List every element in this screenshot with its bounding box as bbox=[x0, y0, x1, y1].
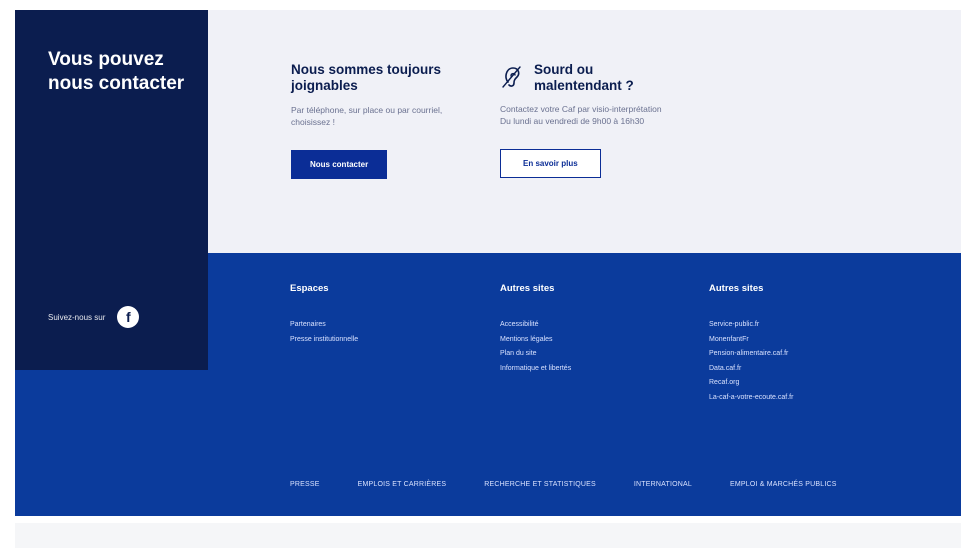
footer-link[interactable]: Pension-alimentaire.caf.fr bbox=[709, 347, 793, 362]
phone-contact-block: Nous sommes toujours joignables Par télé… bbox=[291, 62, 461, 179]
follow-label: Suivez-nous sur bbox=[48, 312, 106, 322]
footer-link[interactable]: Informatique et libertés bbox=[500, 362, 571, 377]
footer-column-heading: Autres sites bbox=[500, 283, 555, 294]
footer-link[interactable]: Presse institutionnelle bbox=[290, 333, 358, 348]
footer-column-heading: Espaces bbox=[290, 283, 329, 294]
footer-link[interactable]: Service-public.fr bbox=[709, 318, 793, 333]
phone-contact-text: Par téléphone, sur place ou par courriel… bbox=[291, 105, 443, 127]
footer-bottom-nav: PRESSE EMPLOIS ET CARRIÈRES RECHERCHE ET… bbox=[290, 481, 837, 488]
ear-icon bbox=[502, 66, 521, 88]
social-follow: Suivez-nous sur f bbox=[48, 306, 140, 328]
learn-more-button[interactable]: En savoir plus bbox=[500, 149, 601, 178]
footer-column-sites-2: Autres sites Service-public.fr Monenfant… bbox=[709, 283, 793, 406]
contact-left-panel: Vous pouvez nous contacter Suivez-nous s… bbox=[15, 10, 208, 370]
deaf-contact-header: Sourd ou malentendant ? bbox=[500, 62, 750, 94]
footer-column-espaces: Espaces Partenaires Presse institutionne… bbox=[290, 283, 358, 347]
contact-heading: Vous pouvez nous contacter bbox=[48, 49, 185, 94]
footer-link-list: Accessibilité Mentions légales Plan du s… bbox=[500, 318, 571, 376]
footer-column-sites-1: Autres sites Accessibilité Mentions léga… bbox=[500, 283, 571, 376]
footer-bottom-link-recherche[interactable]: RECHERCHE ET STATISTIQUES bbox=[484, 481, 596, 488]
footer-link[interactable]: Partenaires bbox=[290, 318, 358, 333]
deaf-contact-block: Sourd ou malentendant ? Contactez votre … bbox=[500, 62, 750, 178]
footer-link[interactable]: Accessibilité bbox=[500, 318, 571, 333]
footer-link-list: Service-public.fr MonenfantFr Pension-al… bbox=[709, 318, 793, 406]
footer-link[interactable]: MonenfantFr bbox=[709, 333, 793, 348]
footer-bottom-link-marches[interactable]: EMPLOI & MARCHÉS PUBLICS bbox=[730, 481, 837, 488]
footer-link[interactable]: Recaf.org bbox=[709, 376, 793, 391]
footer-link[interactable]: Data.caf.fr bbox=[709, 362, 793, 377]
deaf-text-line-2: Du lundi au vendredi de 9h00 à 16h30 bbox=[500, 116, 645, 126]
footer-link[interactable]: Mentions légales bbox=[500, 333, 571, 348]
footer-link[interactable]: La-caf-a-votre-ecoute.caf.fr bbox=[709, 391, 793, 406]
footer-link-list: Partenaires Presse institutionnelle bbox=[290, 318, 358, 347]
deaf-contact-text: Contactez votre Caf par visio-interpréta… bbox=[500, 103, 750, 127]
page-bottom-strip bbox=[15, 523, 961, 548]
deaf-text-line-1: Contactez votre Caf par visio-interpréta… bbox=[500, 104, 662, 114]
deaf-contact-title: Sourd ou malentendant ? bbox=[534, 62, 634, 93]
footer-bottom-link-presse[interactable]: PRESSE bbox=[290, 481, 320, 488]
contact-us-button[interactable]: Nous contacter bbox=[291, 150, 388, 179]
footer-column-heading: Autres sites bbox=[709, 283, 764, 294]
phone-contact-title: Nous sommes toujours joignables bbox=[291, 62, 442, 93]
contact-footer-page: Vous pouvez nous contacter Suivez-nous s… bbox=[0, 0, 961, 548]
facebook-icon[interactable]: f bbox=[117, 306, 140, 328]
footer-bottom-link-emplois[interactable]: EMPLOIS ET CARRIÈRES bbox=[358, 481, 447, 488]
footer-link[interactable]: Plan du site bbox=[500, 347, 571, 362]
footer-bottom-link-international[interactable]: INTERNATIONAL bbox=[634, 481, 692, 488]
